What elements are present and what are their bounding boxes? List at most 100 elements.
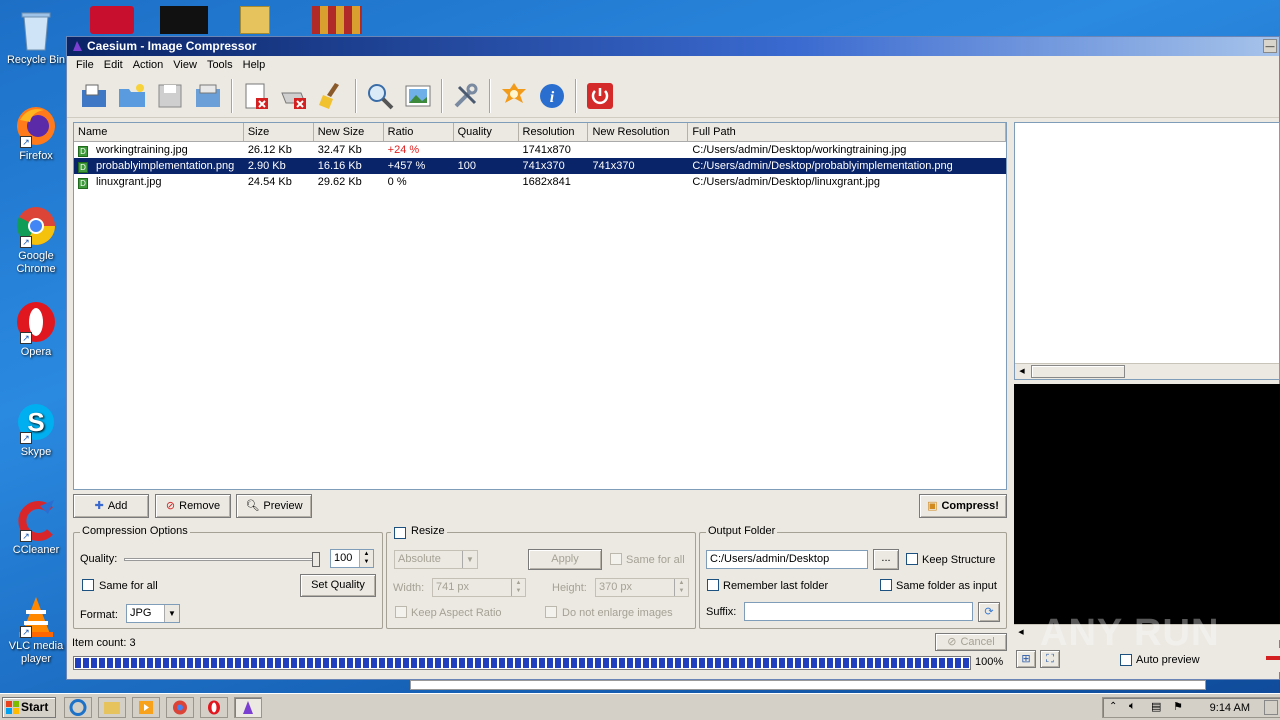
height-spinbox[interactable]: 370 px ▲ ▼ [595,578,689,597]
caesium-taskbar-icon[interactable] [234,697,262,718]
col-new-resolution[interactable]: New Resolution [588,123,689,141]
desktop-icon-recycle-bin[interactable]: Recycle Bin [4,8,68,67]
title-bar[interactable]: Caesium - Image Compressor — [67,37,1279,56]
desktop-icon-firefox[interactable]: ↗ Firefox [4,104,68,163]
col-resolution[interactable]: Resolution [519,123,589,141]
spin-arrows-icon[interactable]: ▲ ▼ [674,579,688,596]
menu-edit[interactable]: Edit [99,59,128,71]
scroll-left-icon[interactable]: ◀ [1014,625,1028,640]
open-folder-icon[interactable] [115,79,149,113]
keep-structure-checkbox[interactable] [906,553,918,565]
format-select[interactable]: JPG ▼ [126,604,180,623]
minimize-button[interactable]: — [1263,39,1277,53]
desktop-icon-skype[interactable]: S ↗ Skype [4,400,68,459]
clock[interactable]: 9:14 AM [1210,702,1250,714]
menu-tools[interactable]: Tools [202,59,238,71]
menu-help[interactable]: Help [238,59,271,71]
settings-icon[interactable] [449,79,483,113]
file-list[interactable]: Name Size New Size Ratio Quality Resolut… [73,122,1007,490]
apply-button[interactable]: Apply [528,549,602,570]
flag-icon[interactable]: ⚑ [1173,700,1183,713]
set-quality-button[interactable]: Set Quality [300,574,376,597]
start-label: Start [21,700,49,714]
keep-aspect-checkbox[interactable] [395,606,407,618]
chevron-down-icon[interactable]: ▼ [462,551,477,568]
col-name[interactable]: Name [74,123,244,141]
scroll-left-icon[interactable]: ◀ [1015,364,1029,379]
menu-view[interactable]: View [168,59,202,71]
col-ratio[interactable]: Ratio [384,123,454,141]
output-path-input[interactable]: C:/Users/admin/Desktop [706,550,868,569]
chrome-taskbar-icon[interactable] [166,697,194,718]
remember-folder-checkbox[interactable] [707,579,719,591]
col-new-size[interactable]: New Size [314,123,384,141]
pdf-icon[interactable] [90,6,134,34]
spin-arrows-icon[interactable]: ▲ ▼ [359,550,373,567]
table-row[interactable]: Dworkingtraining.jpg 26.12 Kb 32.47 Kb +… [74,142,1006,158]
scrollbar-thumb[interactable] [1031,365,1125,378]
preview-original-pane[interactable]: ◀ [1014,122,1280,380]
desktop-icon-opera[interactable]: ↗ Opera [4,300,68,359]
network-icon[interactable]: ▤ [1151,700,1161,713]
auto-preview-checkbox[interactable] [1120,654,1132,666]
fit-icon[interactable]: ⊞ [1016,650,1036,668]
resize-checkbox[interactable] [394,527,406,539]
remove-button[interactable]: ⊘ Remove [155,494,231,518]
col-full-path[interactable]: Full Path [688,123,1006,141]
horizontal-scrollbar[interactable]: ◀ [1015,363,1279,379]
no-enlarge-checkbox[interactable] [545,606,557,618]
browse-button[interactable]: ... [873,549,899,570]
menu-action[interactable]: Action [128,59,169,71]
explorer-taskbar-icon[interactable] [98,697,126,718]
preview-icon[interactable] [363,79,397,113]
save-icon[interactable] [153,79,187,113]
desktop-icon-chrome[interactable]: ↗ Google Chrome [4,204,68,276]
show-desktop-button[interactable] [1264,700,1278,715]
col-size[interactable]: Size [244,123,314,141]
folder-icon[interactable] [240,6,270,34]
volume-icon[interactable]: 🔈︎ [1129,700,1136,713]
add-button[interactable]: ✚ Add [73,494,149,518]
same-folder-checkbox[interactable] [880,579,892,591]
exit-icon[interactable] [583,79,617,113]
quality-spinbox[interactable]: 100 ▲ ▼ [330,549,374,568]
same-for-all-checkbox[interactable] [82,579,94,591]
table-row[interactable]: Dlinuxgrant.jpg 24.54 Kb 29.62 Kb 0 % 16… [74,174,1006,190]
spin-arrows-icon[interactable]: ▲ ▼ [511,579,525,596]
table-row-selected[interactable]: Dprobablyimplementation.png 2.90 Kb 16.1… [74,158,1006,174]
ie-taskbar-icon[interactable] [64,697,92,718]
background-window[interactable] [410,680,1206,690]
quality-slider-thumb[interactable] [312,552,320,567]
menu-file[interactable]: File [71,59,99,71]
preview-compressed-pane[interactable]: ◀ [1014,384,1280,640]
compress-button[interactable]: ▣ Compress! [919,494,1007,518]
preview-button[interactable]: 🔍︎ Preview [236,494,312,518]
clear-list-icon[interactable] [277,79,311,113]
suffix-apply-button[interactable]: ⟳ [978,602,1000,622]
image-icon[interactable] [401,79,435,113]
desktop-icon-vlc[interactable]: ↗ VLC media player [4,594,68,666]
cell-resolution: 741x370 [522,160,565,172]
resize-same-for-all-checkbox[interactable] [610,553,622,565]
update-icon[interactable] [497,79,531,113]
desktop-icon-ccleaner[interactable]: ↗ CCleaner [4,498,68,557]
width-spinbox[interactable]: 741 px ▲ ▼ [432,578,526,597]
open-icon[interactable] [77,79,111,113]
resize-mode-select[interactable]: Absolute ▼ [394,550,478,569]
app-icon[interactable] [160,6,208,34]
start-button[interactable]: Start [2,697,56,718]
clean-icon[interactable] [315,79,349,113]
tray-expand-icon[interactable]: ⌃ [1109,701,1117,712]
close-strip[interactable] [1266,656,1280,660]
remove-item-icon[interactable] [239,79,273,113]
save-list-icon[interactable] [191,79,225,113]
opera-taskbar-icon[interactable] [200,697,228,718]
chevron-down-icon[interactable]: ▼ [164,605,179,622]
col-quality[interactable]: Quality [454,123,519,141]
info-icon[interactable]: i [535,79,569,113]
winrar-icon[interactable] [312,6,362,34]
suffix-input[interactable] [744,602,973,621]
media-player-taskbar-icon[interactable] [132,697,160,718]
cancel-button[interactable]: ⊘ Cancel [935,633,1007,651]
quality-slider[interactable] [124,552,320,567]
